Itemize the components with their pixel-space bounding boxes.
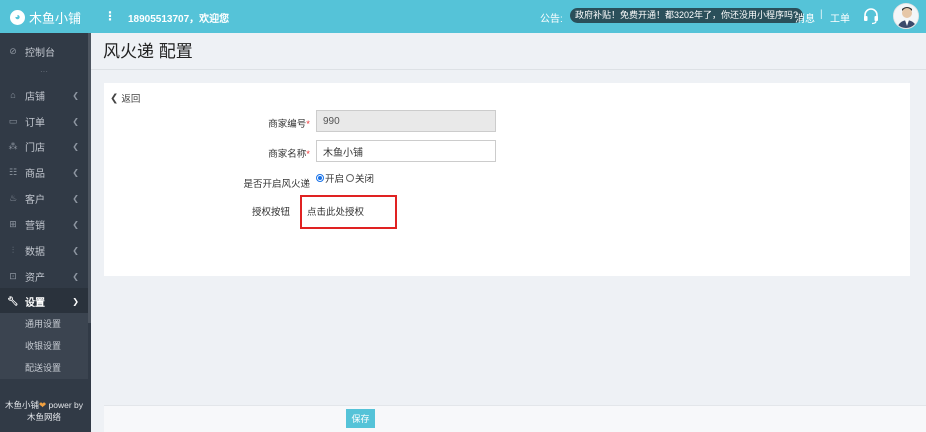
marketing-icon: ⊞ xyxy=(9,218,17,229)
merchant-id-label: 商家编号* xyxy=(230,116,310,130)
sidebar-divider: ··· xyxy=(40,67,48,76)
settings-submenu: 通用设置 收银设置 配送设置 xyxy=(0,313,88,379)
sidebar-item-data[interactable]: ⫶ 数据 ❮ xyxy=(0,237,88,263)
sidebar-scrollbar[interactable] xyxy=(88,33,91,323)
footer-power: power by xyxy=(46,400,84,410)
footer-company: 木鱼网络 xyxy=(26,412,61,422)
merchant-name-label-text: 商家名称 xyxy=(268,149,307,160)
top-header-bar: ◕ 木鱼小铺 ⋮ 18905513707，欢迎您 公告: 政府补贴！免费开通！都… xyxy=(0,0,926,33)
chevron-down-icon: ❯ xyxy=(72,296,79,306)
chevron-left-icon: ❮ xyxy=(72,193,79,203)
merchant-id-label-text: 商家编号 xyxy=(268,119,307,130)
sidebar-item-branches[interactable]: ⁂ 门店 ❮ xyxy=(0,133,88,159)
messages-link[interactable]: 消息 xyxy=(795,10,815,25)
sidebar: ⊘ 控制台 ··· ⌂ 店铺 ❮ ▭ 订单 ❮ ⁂ 门店 ❮ ☷ 商品 ❮ ♨ … xyxy=(0,33,91,432)
auth-button-label: 授权按钮 xyxy=(251,207,290,218)
sidebar-item-label: 店铺 xyxy=(25,91,45,103)
notice-marquee[interactable]: 政府补贴！免费开通！都3202年了，你还没用小程序吗? xyxy=(570,8,804,23)
form-footer xyxy=(104,405,926,432)
header-separator: | xyxy=(820,9,823,20)
data-icon: ⫶ xyxy=(11,244,15,255)
chevron-left-icon: ❮ xyxy=(72,116,79,126)
wrench-icon: 🔧︎ xyxy=(7,295,19,306)
sidebar-item-goods[interactable]: ☷ 商品 ❮ xyxy=(0,159,88,185)
customer-icon: ♨ xyxy=(8,192,18,203)
sidebar-item-marketing[interactable]: ⊞ 营销 ❮ xyxy=(0,211,88,237)
chevron-left-icon: ❮ xyxy=(72,90,79,100)
welcome-text: 18905513707，欢迎您 xyxy=(128,14,230,25)
sidebar-item-settings[interactable]: 🔧︎ 设置 ❯ xyxy=(0,288,88,314)
fish-logo-icon: ◕ xyxy=(10,9,25,25)
page-title: 风火递 配置 xyxy=(103,42,193,61)
sidebar-item-customers[interactable]: ♨ 客户 ❮ xyxy=(0,185,88,211)
footer-brand: 木鱼小铺 xyxy=(5,400,40,410)
goods-icon: ☷ xyxy=(8,166,18,177)
dashboard-icon: ⊘ xyxy=(9,45,17,56)
branch-icon: ⁂ xyxy=(8,140,18,151)
sidebar-item-label: 控制台 xyxy=(25,47,55,59)
sidebar-item-store[interactable]: ⌂ 店铺 ❮ xyxy=(0,82,88,108)
chevron-left-icon: ❮ xyxy=(72,219,79,229)
user-avatar-icon[interactable] xyxy=(893,3,919,29)
sidebar-item-label: 设置 xyxy=(25,297,45,309)
brand-name: 木鱼小铺 xyxy=(29,10,82,26)
order-icon: ▭ xyxy=(8,115,18,126)
back-link[interactable]: ❮ 返回 xyxy=(110,91,141,106)
required-mark: * xyxy=(306,149,310,160)
sidebar-item-label: 数据 xyxy=(25,246,45,258)
sidebar-item-label: 资产 xyxy=(25,272,45,284)
sidebar-footer: 木鱼小铺❤ power by 木鱼网络 xyxy=(0,399,88,423)
headset-icon[interactable] xyxy=(862,7,880,25)
save-button[interactable]: 保存 xyxy=(346,409,375,428)
ticket-link[interactable]: 工单 xyxy=(830,10,850,25)
chevron-left-icon: ❮ xyxy=(72,271,79,281)
enable-radio-group: 开启 关闭 xyxy=(316,171,374,185)
back-label: 返回 xyxy=(121,94,141,105)
sidebar-item-label: 营销 xyxy=(25,220,45,232)
chevron-left-icon: ❮ xyxy=(72,167,79,177)
sidebar-item-dashboard[interactable]: ⊘ 控制台 xyxy=(0,38,88,64)
store-icon: ⌂ xyxy=(10,90,16,100)
radio-disable[interactable] xyxy=(346,174,355,182)
notice-label: 公告: xyxy=(540,14,563,25)
sidebar-item-label: 门店 xyxy=(25,142,45,154)
radio-enable[interactable] xyxy=(316,174,324,182)
chevron-left-icon: ❮ xyxy=(72,141,79,151)
sidebar-item-orders[interactable]: ▭ 订单 ❮ xyxy=(0,108,88,134)
chevron-left-icon: ❮ xyxy=(110,92,119,104)
required-mark: * xyxy=(306,119,310,130)
chevron-left-icon: ❮ xyxy=(72,245,79,255)
vertical-dots-icon[interactable]: ⋮ xyxy=(104,9,116,23)
assets-icon: ⊡ xyxy=(9,270,17,281)
submenu-item-general[interactable]: 通用设置 xyxy=(0,313,88,335)
merchant-name-label: 商家名称* xyxy=(230,146,310,160)
sidebar-item-label: 订单 xyxy=(25,117,45,129)
authorize-link[interactable]: 点击此处授权 xyxy=(307,204,364,218)
merchant-name-field[interactable] xyxy=(316,140,496,162)
radio-enable-label[interactable]: 开启 xyxy=(325,171,344,185)
title-divider xyxy=(91,69,926,70)
sidebar-item-label: 客户 xyxy=(25,194,45,206)
enable-fenghuodi-label: 是否开启风火递 xyxy=(243,179,310,190)
radio-disable-label[interactable]: 关闭 xyxy=(355,171,374,185)
submenu-item-delivery[interactable]: 配送设置 xyxy=(0,357,88,379)
sidebar-item-assets[interactable]: ⊡ 资产 ❮ xyxy=(0,263,88,289)
merchant-id-field[interactable] xyxy=(316,110,496,132)
submenu-item-cashier[interactable]: 收银设置 xyxy=(0,335,88,357)
brand-logo[interactable]: ◕ 木鱼小铺 xyxy=(10,7,81,27)
sidebar-item-label: 商品 xyxy=(25,168,45,180)
